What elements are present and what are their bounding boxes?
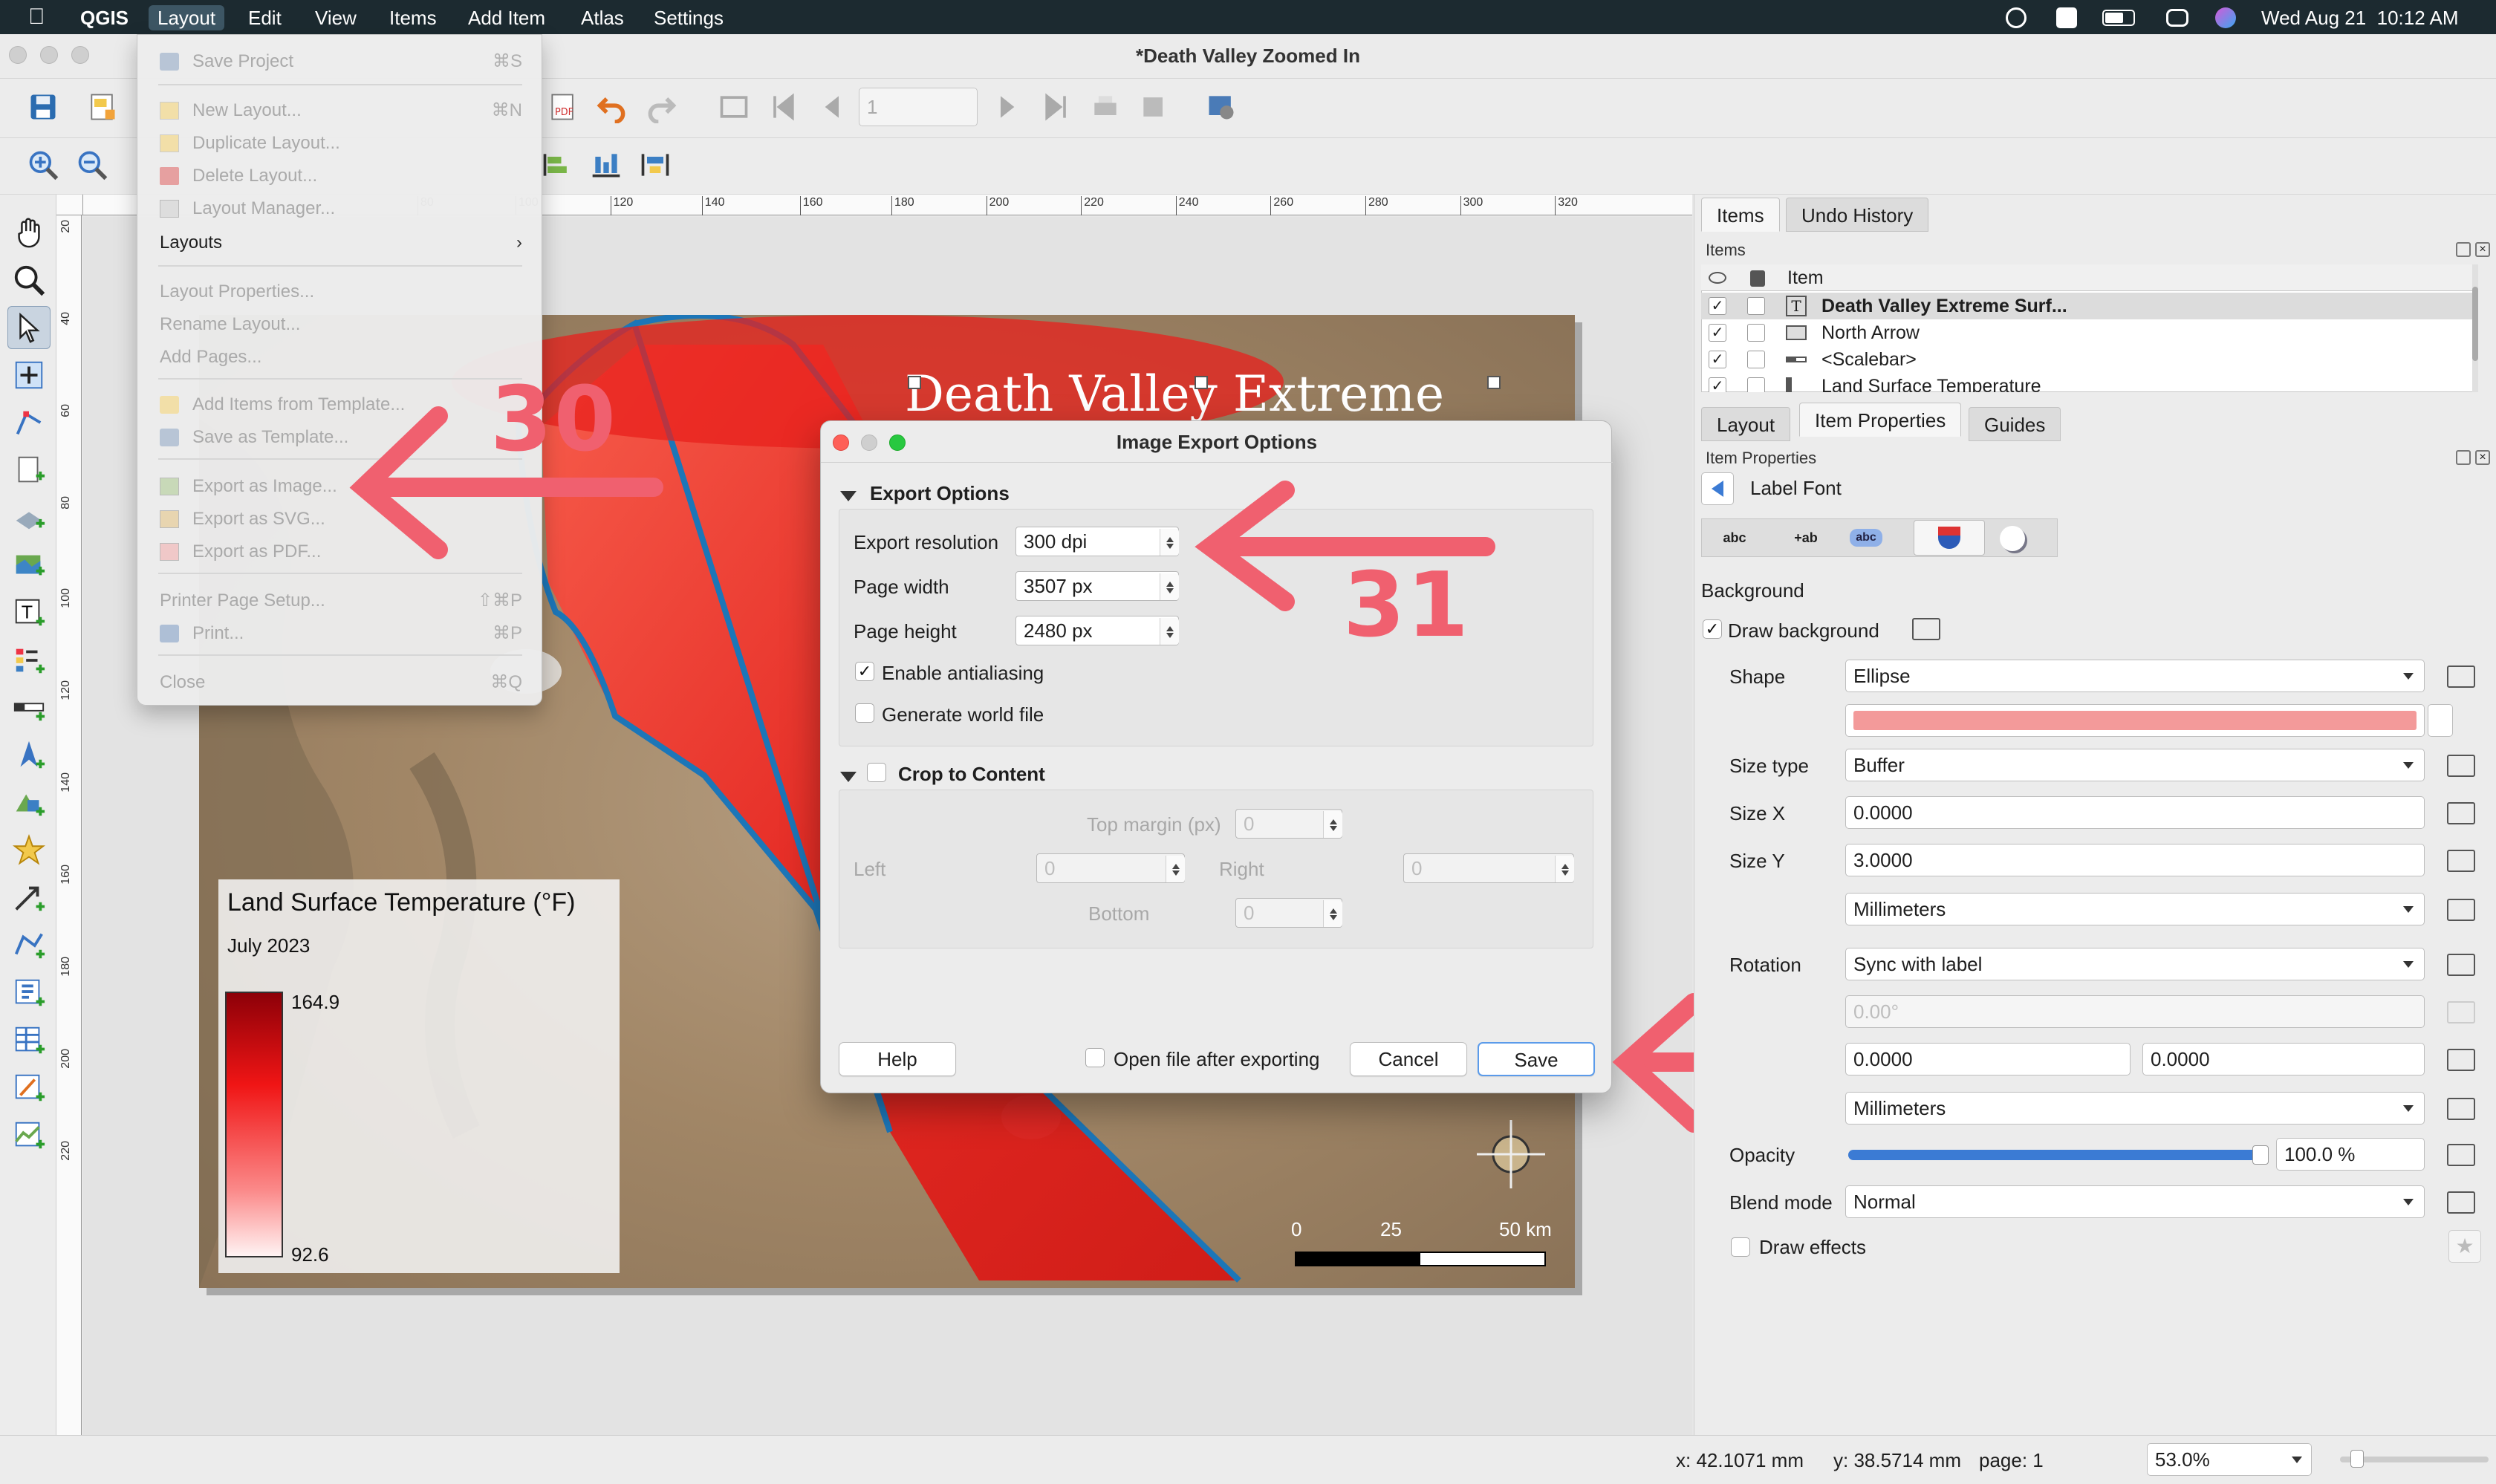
tab-layout[interactable]: Layout <box>1701 407 1791 441</box>
offset-y-spinbox[interactable]: 0.0000 <box>2142 1043 2425 1075</box>
blend-mode-combo[interactable]: Normal <box>1845 1185 2425 1218</box>
label-font-title: Label Font <box>1750 477 1842 499</box>
item-properties-header: Item Properties <box>1706 449 1817 467</box>
fill-color-swatch <box>1853 711 2417 730</box>
data-defined-override-icon[interactable] <box>2447 755 2475 777</box>
status-x-coordinate: x: 42.1071 mm <box>1676 1449 1804 1471</box>
list-item[interactable]: ✓ <Scalebar> <box>1701 346 2474 373</box>
scalebar-item-icon <box>1786 357 1807 362</box>
data-defined-override-icon[interactable] <box>2447 1049 2475 1071</box>
status-y-coordinate: y: 38.5714 mm <box>1833 1449 1961 1471</box>
shape-label: Shape <box>1729 665 1786 688</box>
item-visible-checkbox[interactable]: ✓ <box>1709 377 1726 392</box>
item-name: Death Valley Extreme Surf... <box>1821 296 2067 316</box>
zoom-combo[interactable]: 53.0% <box>2147 1443 2312 1476</box>
tab-guides[interactable]: Guides <box>1969 407 2061 441</box>
effects-star-icon[interactable]: ★ <box>2448 1230 2481 1263</box>
opacity-label: Opacity <box>1729 1144 1795 1166</box>
annotation-step-31: 31 <box>1343 554 1470 657</box>
data-defined-override-icon[interactable] <box>2447 850 2475 872</box>
item-lock-checkbox[interactable] <box>1747 377 1765 392</box>
rotation-label: Rotation <box>1729 954 1801 976</box>
item-visible-checkbox[interactable]: ✓ <box>1709 351 1726 368</box>
panel-close-icon[interactable]: × <box>2475 450 2490 465</box>
data-defined-override-icon[interactable] <box>2447 1098 2475 1120</box>
text-item-icon: T <box>1786 296 1807 316</box>
offset-x-spinbox[interactable]: 0.0000 <box>1845 1043 2131 1075</box>
buffer-tab-icon[interactable]: abc <box>1850 529 1882 547</box>
zoom-slider-handle[interactable] <box>2350 1450 2364 1468</box>
item-visible-checkbox[interactable]: ✓ <box>1709 297 1726 315</box>
status-bar: x: 42.1071 mm y: 38.5714 mm page: 1 53.0… <box>0 1435 2496 1484</box>
background-tab-icon[interactable] <box>1914 520 1985 556</box>
size-type-label: Size type <box>1729 755 1809 777</box>
zoom-slider[interactable] <box>2340 1450 2489 1468</box>
data-defined-override-icon <box>2447 1001 2475 1023</box>
size-type-combo[interactable]: Buffer <box>1845 749 2425 781</box>
shape-combo[interactable]: Ellipse <box>1845 660 2425 692</box>
size-y-spinbox[interactable]: 3.0000 <box>1845 844 2425 876</box>
blend-mode-label: Blend mode <box>1729 1191 1833 1214</box>
legend-item-icon <box>1786 377 1807 392</box>
list-item[interactable]: ✓ North Arrow <box>1701 319 2474 346</box>
item-visible-checkbox[interactable]: ✓ <box>1709 324 1726 342</box>
opacity-slider[interactable] <box>1848 1145 2269 1165</box>
size-x-label: Size X <box>1729 802 1786 824</box>
item-column-header: Item <box>1787 267 1824 288</box>
draw-effects-label[interactable]: Draw effects <box>1759 1236 1866 1259</box>
opacity-slider-fill <box>1848 1150 2264 1160</box>
data-defined-override-icon[interactable] <box>2447 802 2475 824</box>
fill-color-button[interactable] <box>1845 704 2425 737</box>
opacity-slider-handle[interactable] <box>2252 1145 2269 1165</box>
item-lock-checkbox[interactable] <box>1747 351 1765 368</box>
size-y-label: Size Y <box>1729 850 1785 872</box>
color-dropdown-button[interactable] <box>2428 704 2453 737</box>
panel-float-icon[interactable] <box>2456 242 2471 257</box>
draw-effects-checkbox[interactable] <box>1731 1237 1750 1257</box>
status-page: page: 1 <box>1979 1449 2044 1471</box>
tab-items[interactable]: Items <box>1701 198 1780 232</box>
size-x-spinbox[interactable]: 0.0000 <box>1845 796 2425 829</box>
tab-undo-history[interactable]: Undo History <box>1786 198 1929 232</box>
formatting-tab-icon[interactable]: +ab <box>1780 523 1832 553</box>
item-name: <Scalebar> <box>1821 349 1917 370</box>
panel-close-icon[interactable]: × <box>2475 242 2490 257</box>
item-name: North Arrow <box>1821 322 1920 343</box>
items-panel-header: Items <box>1706 241 1746 259</box>
background-section-label: Background <box>1701 579 1804 602</box>
data-defined-override-icon[interactable] <box>2447 1191 2475 1214</box>
data-defined-override-icon[interactable] <box>2447 954 2475 976</box>
back-arrow-icon <box>1712 481 1723 497</box>
offset-units-combo[interactable]: Millimeters <box>1845 1092 2425 1125</box>
picture-item-icon <box>1786 325 1807 340</box>
draw-background-label[interactable]: Draw background <box>1728 619 1879 642</box>
tab-item-properties[interactable]: Item Properties <box>1799 403 1962 437</box>
back-button[interactable] <box>1701 472 1734 505</box>
data-defined-override-icon[interactable] <box>1912 618 1940 640</box>
annotation-step-30: 30 <box>490 368 617 472</box>
items-scrollbar[interactable] <box>2472 264 2478 392</box>
data-defined-override-icon[interactable] <box>2447 1144 2475 1166</box>
size-units-combo[interactable]: Millimeters <box>1845 893 2425 925</box>
list-item[interactable]: ✓ Land Surface Temperature <box>1701 373 2466 392</box>
list-item[interactable]: ✓ T Death Valley Extreme Surf... <box>1701 293 2474 319</box>
eye-icon <box>1709 272 1726 284</box>
opacity-spinbox[interactable]: 100.0 % <box>2276 1138 2425 1171</box>
items-row-clip: ✓ Land Surface Temperature <box>1701 373 2466 392</box>
draw-background-checkbox[interactable]: ✓ <box>1703 619 1722 639</box>
data-defined-override-icon[interactable] <box>2447 899 2475 921</box>
item-lock-checkbox[interactable] <box>1747 324 1765 342</box>
rotation-angle-spinbox: 0.00° <box>1845 995 2425 1028</box>
data-defined-override-icon[interactable] <box>2447 665 2475 688</box>
item-lock-checkbox[interactable] <box>1747 297 1765 315</box>
text-tab-icon[interactable]: abc <box>1709 523 1761 553</box>
lock-icon <box>1750 270 1765 287</box>
rotation-combo[interactable]: Sync with label <box>1845 948 2425 980</box>
shadow-tab-icon[interactable] <box>2000 526 2025 551</box>
item-name: Land Surface Temperature <box>1821 376 2041 392</box>
panel-float-icon[interactable] <box>2456 450 2471 465</box>
